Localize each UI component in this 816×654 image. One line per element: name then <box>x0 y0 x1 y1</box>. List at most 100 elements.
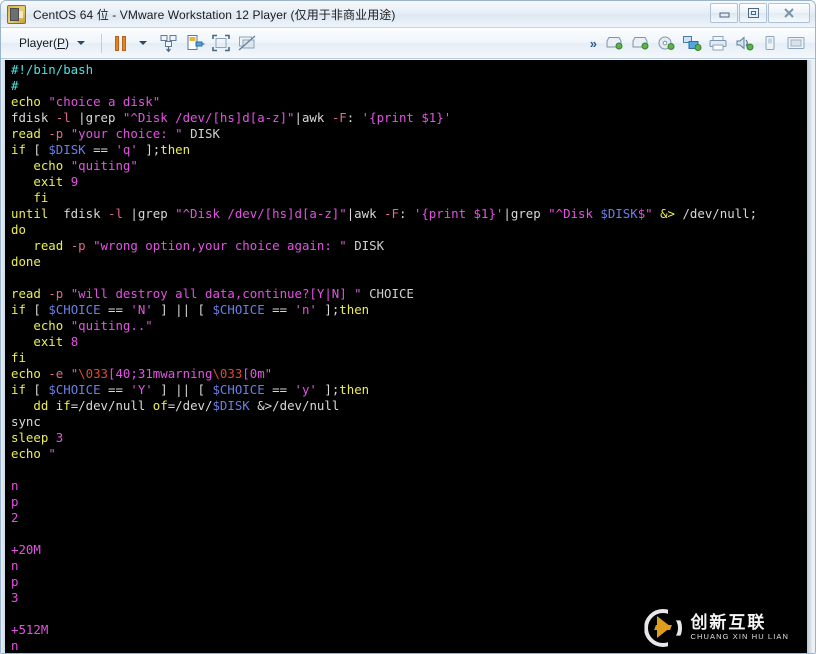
send-ctrl-alt-del-button[interactable] <box>156 31 182 55</box>
terminal-token <box>11 318 33 333</box>
terminal-token: : <box>399 206 414 221</box>
chevron-down-icon <box>139 41 147 45</box>
full-screen-button[interactable] <box>208 31 234 55</box>
terminal-token: sync <box>11 414 41 429</box>
terminal-token <box>86 238 93 253</box>
minimize-button[interactable] <box>710 3 738 23</box>
terminal-token: grep <box>138 206 175 221</box>
terminal-token: ] || [ <box>153 382 213 397</box>
sound-card-icon[interactable] <box>731 31 757 55</box>
close-button[interactable] <box>768 3 810 23</box>
terminal-line: # <box>11 78 807 94</box>
terminal-token: -p <box>48 126 63 141</box>
terminal-token: ] <box>138 142 153 157</box>
terminal-line: echo " <box>11 446 807 462</box>
terminal-line: #!/bin/bash <box>11 62 807 78</box>
terminal-token: "^Disk /dev/[hs]d[a-z]" <box>123 110 295 125</box>
terminal-token: exit <box>33 174 70 189</box>
pause-button[interactable] <box>109 31 130 55</box>
terminal-token: $CHOICE <box>48 382 100 397</box>
terminal-line: do <box>11 222 807 238</box>
terminal-line: 3 <box>11 590 807 606</box>
terminal-token: /dev/null; <box>682 206 757 221</box>
terminal-token: n <box>11 478 18 493</box>
terminal-token: |awk <box>295 110 332 125</box>
terminal-token: | <box>123 206 138 221</box>
guest-terminal[interactable]: #!/bin/bash# echo "choice a disk" fdisk -l… <box>5 60 807 654</box>
terminal-token <box>11 190 33 205</box>
pause-dropdown[interactable] <box>130 31 156 55</box>
terminal-token: "choice a disk" <box>48 94 160 109</box>
terminal-token: then <box>339 302 369 317</box>
terminal-line: if [ $DISK == 'q' ];then <box>11 142 807 158</box>
terminal-token: $CHOICE <box>48 302 100 317</box>
restore-button[interactable] <box>739 3 767 23</box>
terminal-token: : <box>347 110 362 125</box>
terminal-token: fdisk <box>56 206 108 221</box>
usb-controller-icon[interactable] <box>757 31 783 55</box>
player-menu-button[interactable]: Player(P) <box>7 31 94 55</box>
terminal-token: +512M <box>11 622 48 637</box>
terminal-token: =/dev/ <box>168 398 213 413</box>
detach-display-button[interactable] <box>234 31 260 55</box>
terminal-token: "will destroy all data,continue?[Y|N] " <box>71 286 362 301</box>
terminal-token: fi <box>11 350 26 365</box>
terminal-token <box>63 286 70 301</box>
terminal-line: sync <box>11 414 807 430</box>
vm-scrollbar[interactable] <box>807 60 816 654</box>
unity-mode-button[interactable] <box>182 31 208 55</box>
terminal-token: CHOICE <box>362 286 414 301</box>
terminal-token: == <box>101 302 131 317</box>
terminal-token: -p <box>48 286 63 301</box>
terminal-token: $DISK <box>48 142 85 157</box>
cd-dvd-icon[interactable] <box>653 31 679 55</box>
terminal-line <box>11 526 807 542</box>
terminal-line <box>11 606 807 622</box>
terminal-token: read <box>33 238 70 253</box>
terminal-token: == <box>101 382 131 397</box>
display-settings-icon[interactable] <box>783 31 809 55</box>
vm-display[interactable]: #!/bin/bash# echo "choice a disk" fdisk -l… <box>1 60 816 654</box>
terminal-token: dd <box>33 398 55 413</box>
terminal-line: echo "quiting.." <box>11 318 807 334</box>
terminal-token: $CHOICE <box>212 302 264 317</box>
terminal-token: -F <box>332 110 347 125</box>
terminal-token: == <box>265 382 295 397</box>
terminal-token: sleep <box>11 430 56 445</box>
terminal-token: $" <box>638 206 653 221</box>
terminal-token: ] <box>317 302 332 317</box>
terminal-token: p <box>11 574 18 589</box>
terminal-token: #! <box>11 62 26 77</box>
terminal-token: $DISK <box>212 398 249 413</box>
terminal-token: 8 <box>71 334 78 349</box>
terminal-token: " <box>48 446 55 461</box>
fullscreen-icon <box>211 33 231 53</box>
terminal-token: -p <box>71 238 86 253</box>
printer-icon[interactable] <box>705 31 731 55</box>
terminal-token: $DISK <box>600 206 637 221</box>
toolbar-overflow-button[interactable]: » <box>588 36 601 51</box>
terminal-token: do <box>11 222 26 237</box>
vmware-player-window: CentOS 64 位 - VMware Workstation 12 Play… <box>0 0 816 654</box>
pause-icon <box>115 36 126 51</box>
hard-disk-2-icon[interactable] <box>627 31 653 55</box>
terminal-token: \033 <box>78 366 108 381</box>
terminal-line: n <box>11 638 807 654</box>
terminal-token: 3 <box>11 590 18 605</box>
terminal-token: if <box>11 302 33 317</box>
terminal-token: /dev/null <box>272 398 339 413</box>
terminal-line: echo "quiting" <box>11 158 807 174</box>
terminal-token: of <box>153 398 168 413</box>
terminal-token: DISK <box>183 126 220 141</box>
terminal-token: '{print $1}' <box>414 206 504 221</box>
hard-disk-1-icon[interactable] <box>601 31 627 55</box>
terminal-line: fi <box>11 350 807 366</box>
terminal-token: "quiting.." <box>71 318 153 333</box>
player-menu-label: Player(P) <box>11 36 72 50</box>
terminal-token: ] <box>317 382 332 397</box>
toolbar-divider <box>101 34 102 53</box>
terminal-token: -l <box>108 206 123 221</box>
terminal-token: echo <box>11 366 48 381</box>
network-adapter-icon[interactable] <box>679 31 705 55</box>
terminal-line: fi <box>11 190 807 206</box>
